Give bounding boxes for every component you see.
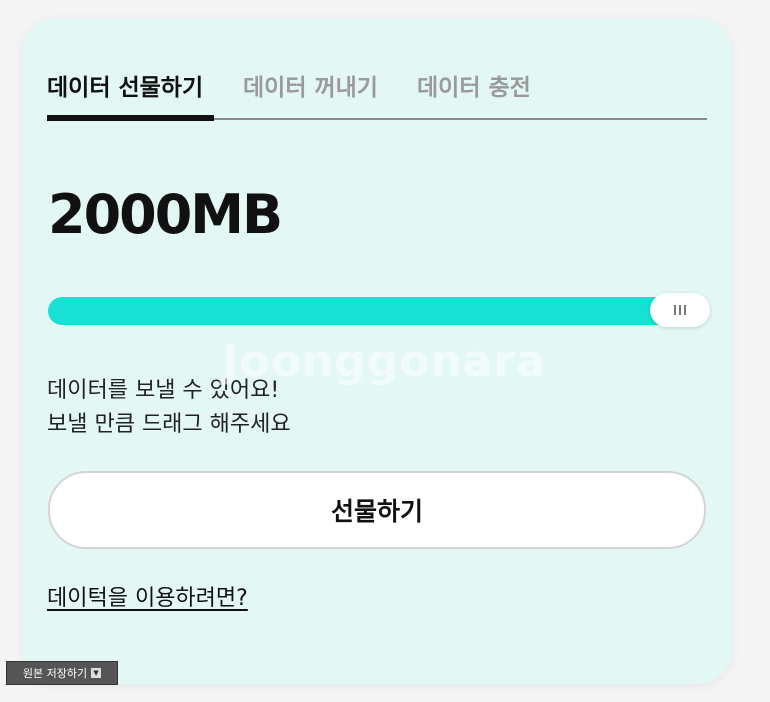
save-original-label: 원본 저장하기 xyxy=(22,667,88,680)
grip-icon xyxy=(674,305,686,315)
data-gift-card: 데이터 선물하기 데이터 꺼내기 데이터 충전 2000MB 데이터를 보낼 수… xyxy=(22,18,732,684)
tab-bar: 데이터 선물하기 데이터 꺼내기 데이터 충전 xyxy=(47,64,707,121)
tab-data-charge[interactable]: 데이터 충전 xyxy=(417,68,531,102)
active-tab-indicator xyxy=(47,115,214,121)
slider-fill xyxy=(48,297,689,325)
instruction-line-1: 데이터를 보낼 수 있어요! xyxy=(47,378,280,403)
tab-data-gift[interactable]: 데이터 선물하기 xyxy=(47,68,203,102)
save-original-button[interactable]: 원본 저장하기 ▼ xyxy=(6,661,118,685)
dropdown-arrow-icon: ▼ xyxy=(91,668,102,678)
gift-button[interactable]: 선물하기 xyxy=(48,471,706,549)
instruction-line-2: 보낼 만큼 드래그 해주세요 xyxy=(47,412,291,437)
slider-handle[interactable] xyxy=(650,293,710,327)
data-amount-slider[interactable] xyxy=(48,293,710,327)
instruction-text: 데이터를 보낼 수 있어요! 보낼 만큼 드래그 해주세요 xyxy=(47,374,291,442)
tab-data-withdraw[interactable]: 데이터 꺼내기 xyxy=(243,68,378,102)
data-amount: 2000MB xyxy=(48,183,283,246)
help-link[interactable]: 데이턱을 이용하려면? xyxy=(47,580,248,612)
